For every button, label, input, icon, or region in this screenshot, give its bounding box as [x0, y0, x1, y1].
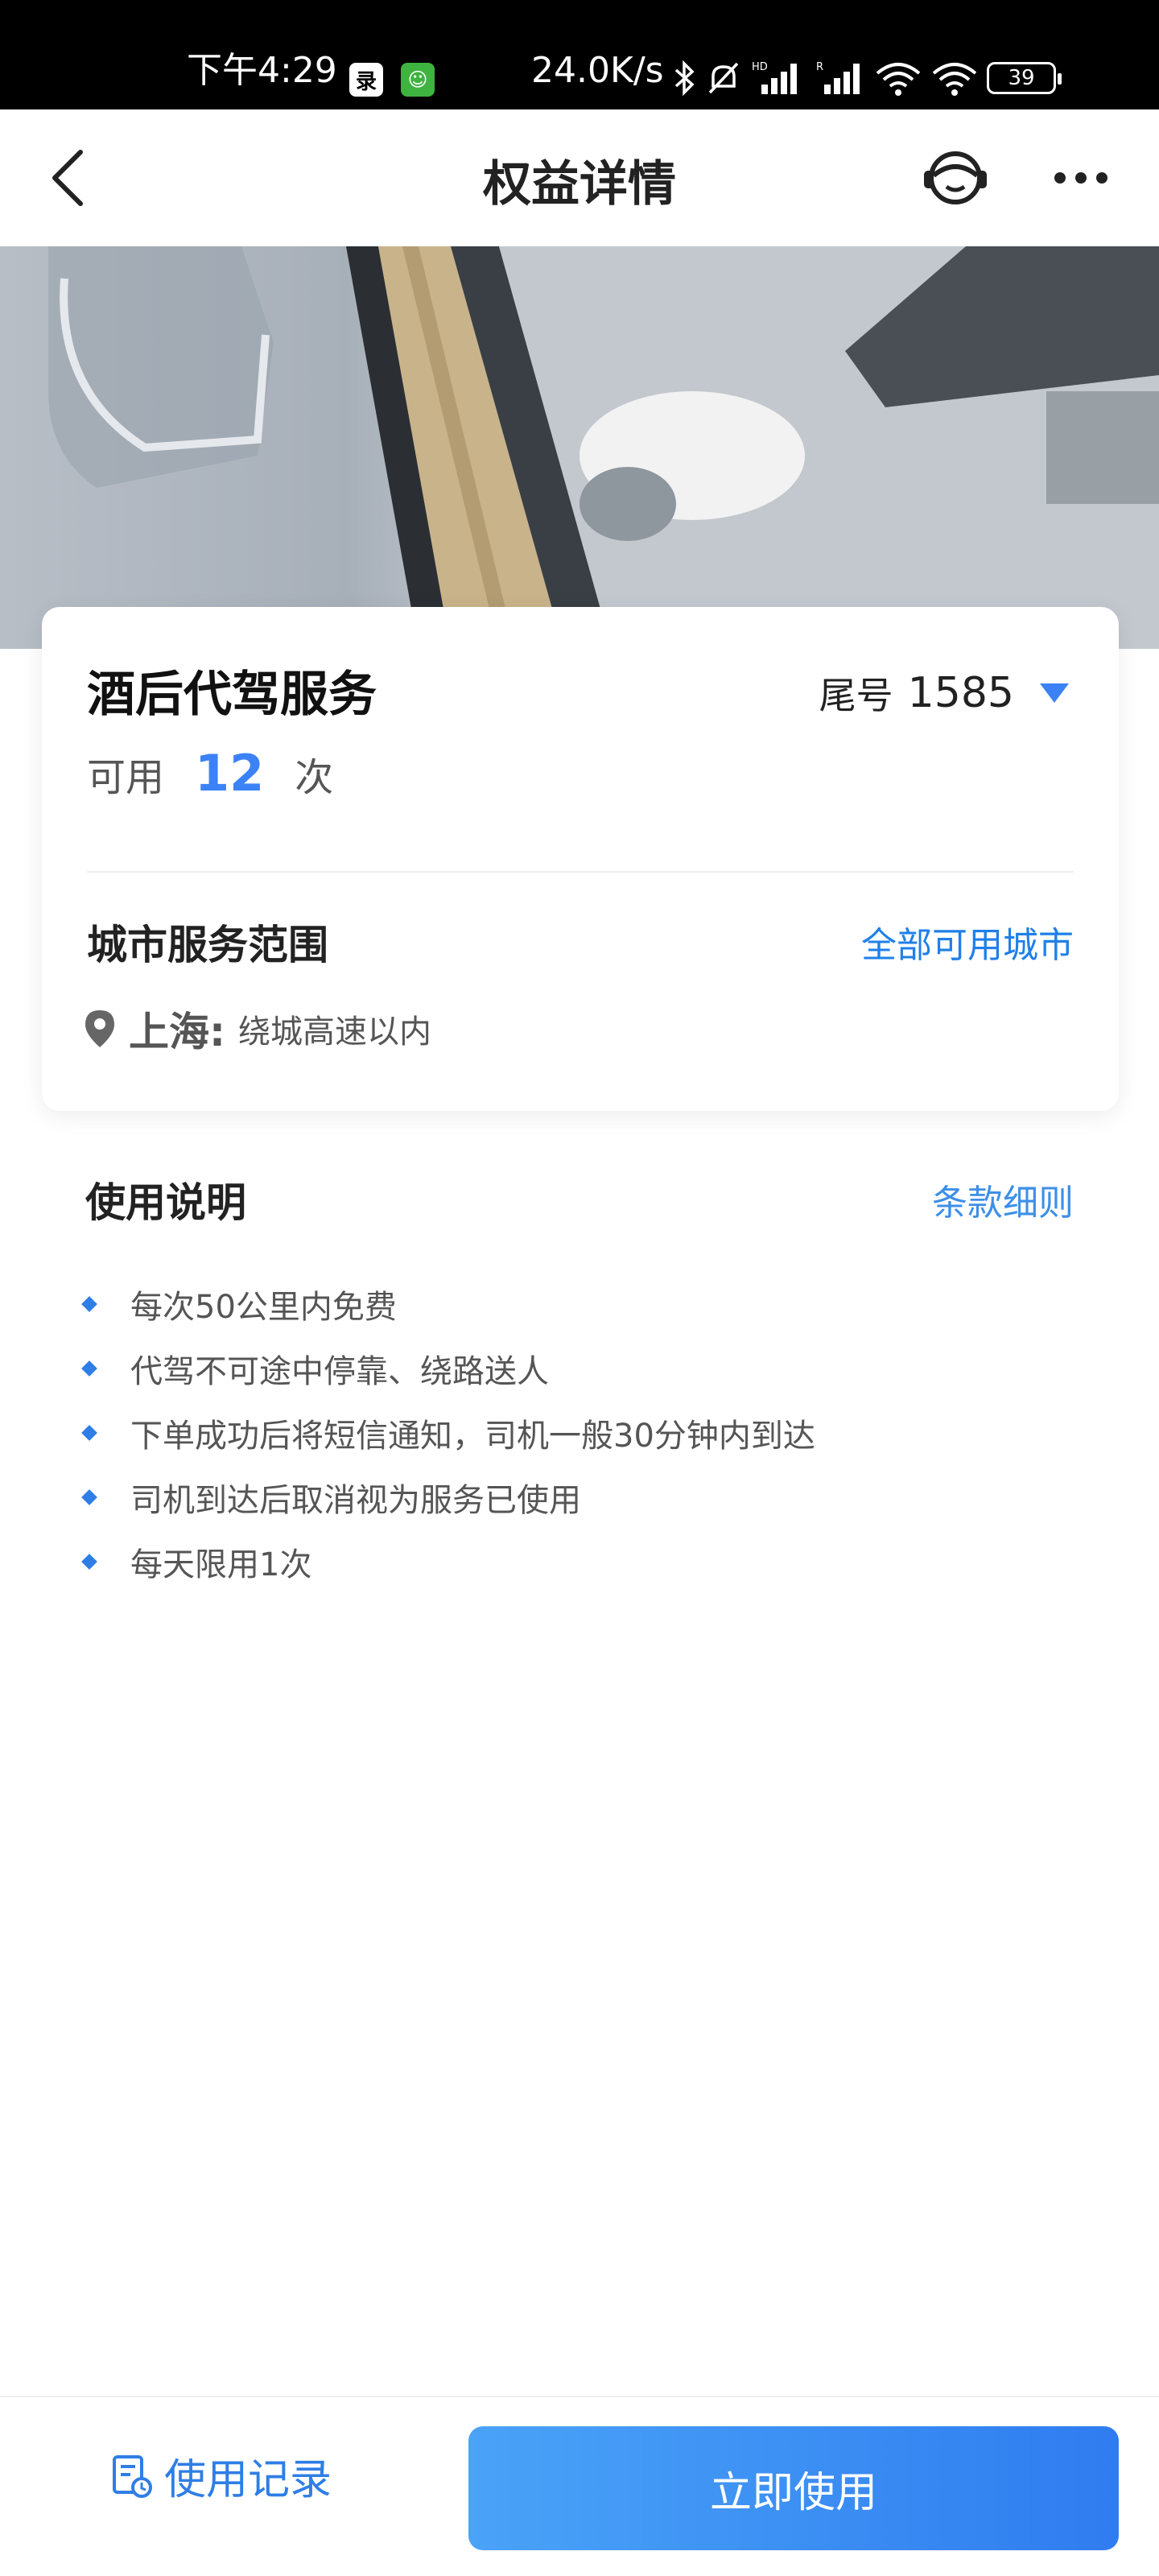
instructions-list: 每次50公里内免费 代驾不可途中停靠、绕路送人 下单成功后将短信通知，司机一般3… — [81, 1272, 815, 1594]
diamond-bullet-icon — [81, 1489, 97, 1505]
records-label: 使用记录 — [164, 2456, 332, 2504]
instructions-title: 使用说明 — [85, 1179, 246, 1226]
diamond-bullet-icon — [81, 1425, 97, 1441]
usage-count: 12 — [195, 744, 265, 803]
svg-text:R: R — [816, 61, 823, 73]
wifi-icon — [932, 63, 977, 96]
city-range: 绕城高速以内 — [238, 1013, 431, 1051]
card-selector[interactable]: 尾号 1585 — [819, 667, 1069, 720]
list-item: 司机到达后取消视为服务已使用 — [81, 1465, 815, 1530]
customer-service-button[interactable] — [919, 142, 992, 214]
assistant-app-icon: ☺ — [401, 63, 435, 97]
hd-signal-icon: HD — [752, 61, 797, 94]
list-item: 代驾不可途中停靠、绕路送人 — [81, 1336, 815, 1401]
diamond-bullet-icon — [81, 1296, 97, 1312]
diamond-bullet-icon — [81, 1360, 97, 1377]
status-icons: HD R 39 — [673, 56, 1062, 100]
roaming-signal-icon: R — [816, 61, 860, 94]
instruction-text: 每天限用1次 — [130, 1546, 312, 1583]
tail-label: 尾号 — [819, 674, 893, 717]
more-button[interactable] — [1045, 142, 1117, 214]
tail-number: 1585 — [907, 669, 1014, 717]
service-title: 酒后代驾服务 — [87, 667, 377, 723]
status-time: 下午4:29 — [187, 50, 337, 91]
more-dot-icon — [1054, 172, 1066, 184]
wifi-icon — [876, 63, 921, 96]
instruction-text: 每次50公里内免费 — [130, 1289, 397, 1326]
usage-label: 可用 — [87, 755, 165, 800]
status-bar: 下午4:29 录 ☺ 24.0K/s HD R 39 — [0, 0, 1159, 109]
battery-level: 39 — [1008, 66, 1035, 90]
network-speed: 24.0K/s — [531, 50, 664, 91]
scope-title: 城市服务范围 — [87, 922, 328, 968]
svg-text:HD: HD — [752, 61, 768, 73]
headset-icon — [924, 151, 987, 204]
instruction-text: 代驾不可途中停靠、绕路送人 — [130, 1353, 549, 1390]
list-item: 每天限用1次 — [81, 1530, 815, 1594]
usage-count-row: 可用 12 次 — [87, 744, 333, 803]
bluetooth-icon — [674, 60, 695, 97]
nav-bar: 权益详情 — [0, 109, 1159, 246]
terms-link[interactable]: 条款细则 — [932, 1174, 1074, 1225]
city-scope-row: 上海: 绕城高速以内 — [84, 1000, 431, 1058]
more-dot-icon — [1096, 172, 1107, 184]
hero-image — [0, 246, 1159, 649]
all-cities-link[interactable]: 全部可用城市 — [861, 916, 1074, 968]
divider — [87, 871, 1074, 873]
triangle-down-icon — [1040, 683, 1069, 703]
battery-icon: 39 — [987, 62, 1062, 94]
diamond-bullet-icon — [81, 1554, 97, 1570]
page: { "status_bar": { "time": "下午4:29", "app… — [0, 0, 1159, 2576]
benefit-card: 酒后代驾服务 尾号 1585 可用 12 次 城市服务范围 全部可用城市 上海:… — [42, 607, 1119, 1111]
more-dot-icon — [1075, 172, 1087, 184]
location-pin-icon — [85, 1010, 114, 1047]
chauffeur-car-door-photo — [0, 246, 1159, 649]
bottom-action-bar: 使用记录 立即使用 — [0, 2396, 1159, 2576]
instruction-text: 司机到达后取消视为服务已使用 — [130, 1482, 581, 1519]
recorder-app-icon: 录 — [349, 63, 383, 97]
usage-unit: 次 — [295, 755, 334, 800]
instruction-text: 下单成功后将短信通知，司机一般30分钟内到达 — [130, 1418, 815, 1455]
list-item: 每次50公里内免费 — [81, 1272, 815, 1336]
mute-bell-icon — [708, 62, 739, 94]
city-name: 上海: — [129, 1009, 225, 1055]
record-history-icon — [113, 2454, 152, 2498]
use-now-button[interactable]: 立即使用 — [468, 2426, 1119, 2550]
list-item: 下单成功后将短信通知，司机一般30分钟内到达 — [81, 1401, 815, 1465]
usage-records-button[interactable]: 使用记录 — [109, 2446, 332, 2506]
